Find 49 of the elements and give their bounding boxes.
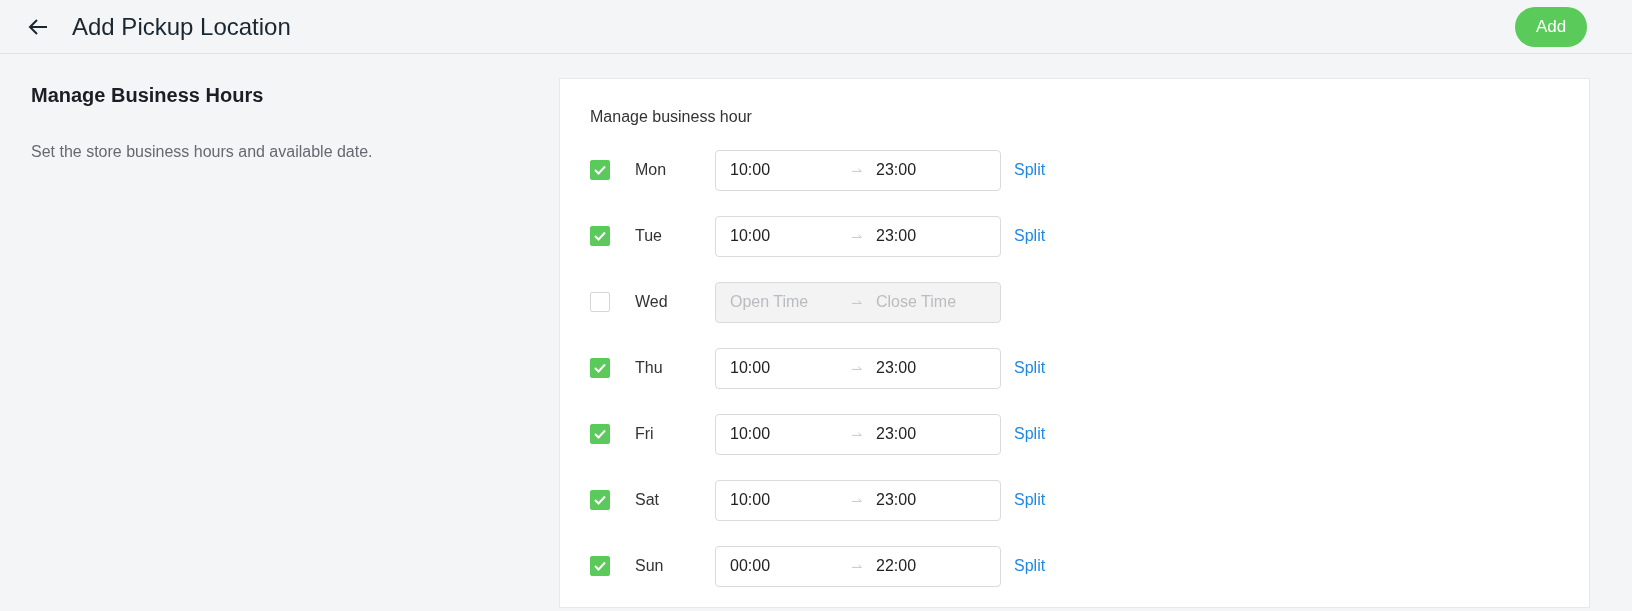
checkbox[interactable] — [590, 490, 610, 510]
close-time-input[interactable]: 23:00 — [876, 356, 986, 380]
day-label: Fri — [635, 424, 655, 444]
close-time-input[interactable]: 23:00 — [876, 422, 986, 446]
check-icon — [594, 561, 606, 571]
section-title: Manage Business Hours — [31, 83, 265, 108]
time-range-field[interactable]: 10:00 23:00 — [715, 149, 1001, 191]
checkbox[interactable] — [590, 358, 610, 378]
open-time-input[interactable]: 00:00 — [730, 554, 840, 578]
open-time-input[interactable]: 10:00 — [730, 224, 840, 248]
time-range-field[interactable]: 10:00 23:00 — [715, 347, 1001, 389]
checkbox[interactable] — [590, 556, 610, 576]
time-range-field[interactable]: 10:00 23:00 — [715, 479, 1001, 521]
open-time-input[interactable]: 10:00 — [730, 422, 840, 446]
split-link[interactable]: Split — [1014, 488, 1046, 512]
check-icon — [594, 495, 606, 505]
field-label: Manage business hour — [590, 107, 752, 127]
checkbox[interactable] — [590, 292, 610, 312]
day-label: Tue — [635, 226, 663, 246]
close-time-input[interactable]: 23:00 — [876, 158, 986, 182]
open-time-input[interactable]: 10:00 — [730, 356, 840, 380]
split-link[interactable]: Split — [1014, 224, 1046, 248]
split-link[interactable]: Split — [1014, 422, 1046, 446]
day-label: Mon — [635, 160, 668, 180]
day-label: Sat — [635, 490, 660, 510]
split-link[interactable]: Split — [1014, 356, 1046, 380]
check-icon — [594, 363, 606, 373]
checkbox[interactable] — [590, 160, 610, 180]
close-time-input[interactable]: 23:00 — [876, 488, 986, 512]
close-time-input[interactable]: 22:00 — [876, 554, 986, 578]
checkbox[interactable] — [590, 226, 610, 246]
check-icon — [594, 429, 606, 439]
time-range-field[interactable]: 10:00 23:00 — [715, 215, 1001, 257]
page-title: Add Pickup Location — [72, 11, 291, 42]
day-label: Thu — [635, 358, 664, 378]
time-range-field[interactable]: 10:00 23:00 — [715, 413, 1001, 455]
split-link[interactable]: Split — [1014, 554, 1046, 578]
section-description: Set the store business hours and available date. — [31, 142, 374, 162]
open-time-input[interactable]: 10:00 — [730, 158, 840, 182]
back-arrow-icon[interactable] — [28, 17, 48, 36]
checkbox[interactable] — [590, 424, 610, 444]
split-link[interactable]: Split — [1014, 158, 1046, 182]
check-icon — [594, 165, 606, 175]
close-time-input[interactable]: 23:00 — [876, 224, 986, 248]
day-label: Sun — [635, 556, 665, 576]
open-time-input[interactable]: 10:00 — [730, 488, 840, 512]
time-range-field[interactable]: 00:00 22:00 — [715, 545, 1001, 587]
check-icon — [594, 231, 606, 241]
day-label: Wed — [635, 292, 669, 312]
